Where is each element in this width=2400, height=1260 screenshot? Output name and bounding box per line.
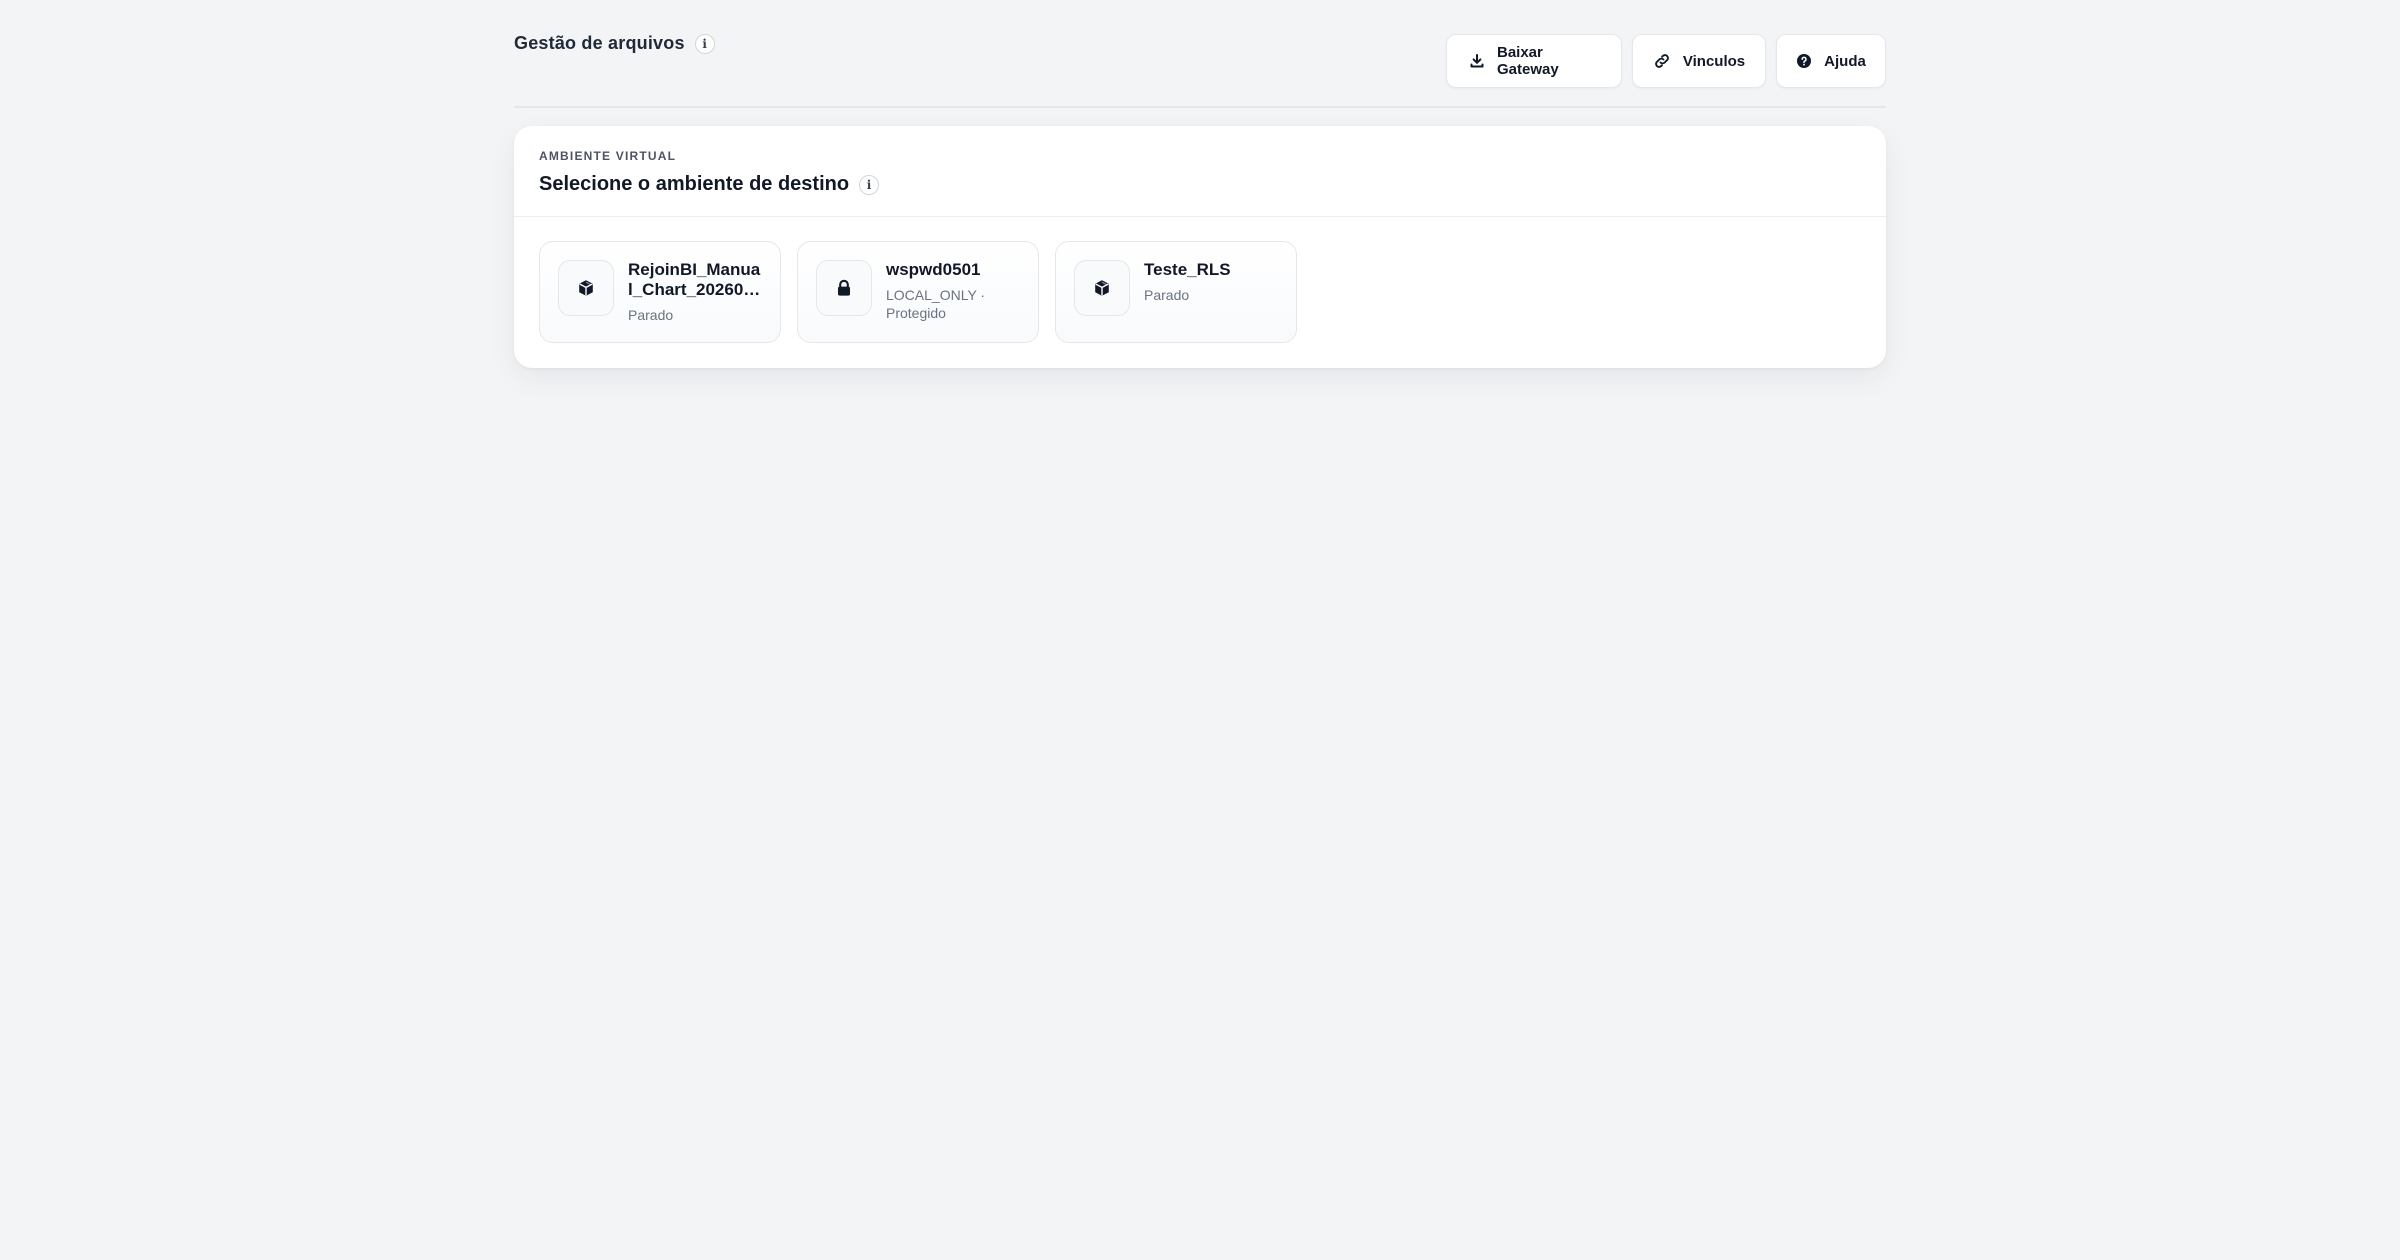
card-header: AMBIENTE VIRTUAL Selecione o ambiente de… <box>514 126 1886 217</box>
card-title: Selecione o ambiente de destino <box>539 173 850 195</box>
help-icon <box>1796 53 1812 69</box>
environment-item[interactable]: Teste_RLS Parado <box>1055 241 1297 343</box>
environment-name: wspwd0501 <box>886 260 981 279</box>
environment-status: LOCAL_ONLY · Protegido <box>886 287 986 321</box>
help-label: Ajuda <box>1824 52 1866 70</box>
download-icon <box>1469 53 1485 69</box>
card-eyebrow: AMBIENTE VIRTUAL <box>539 149 677 163</box>
card-title-group: Selecione o ambiente de destino i <box>539 173 880 196</box>
environment-card: AMBIENTE VIRTUAL Selecione o ambiente de… <box>514 126 1886 368</box>
download-gateway-label: Baixar Gateway <box>1497 44 1559 78</box>
environment-text: RejoinBI_Manual_Chart_20260… Parado <box>628 260 764 324</box>
environment-name: RejoinBI_Manual_Chart_20260… <box>628 260 761 299</box>
lock-icon <box>816 260 872 316</box>
environment-item[interactable]: RejoinBI_Manual_Chart_20260… Parado <box>539 241 781 343</box>
environment-item[interactable]: wspwd0501 LOCAL_ONLY · Protegido <box>797 241 1039 343</box>
environment-list: RejoinBI_Manual_Chart_20260… Parado wspw… <box>539 241 1297 343</box>
header-actions: Baixar Gateway Vinculos Ajuda <box>1446 34 1886 88</box>
page-container: Gestão de arquivos i Baixar Gateway Vinc… <box>514 0 1886 368</box>
environment-text: wspwd0501 LOCAL_ONLY · Protegido <box>886 260 1022 322</box>
link-icon <box>1653 52 1671 70</box>
help-button[interactable]: Ajuda <box>1776 34 1886 88</box>
page-title: Gestão de arquivos <box>514 33 685 53</box>
environment-text: Teste_RLS Parado <box>1144 260 1280 304</box>
vinculos-label: Vinculos <box>1682 52 1746 70</box>
environment-status: Parado <box>628 307 674 323</box>
environment-name: Teste_RLS <box>1144 260 1231 279</box>
page-header: Gestão de arquivos i Baixar Gateway Vinc… <box>514 0 1886 108</box>
environment-status: Parado <box>1144 287 1190 303</box>
download-gateway-button[interactable]: Baixar Gateway <box>1446 34 1622 88</box>
info-icon[interactable]: i <box>859 174 880 195</box>
info-icon[interactable]: i <box>694 33 715 54</box>
cube-icon <box>558 260 614 316</box>
cube-icon <box>1074 260 1130 316</box>
vinculos-button[interactable]: Vinculos <box>1632 34 1766 88</box>
page-title-group: Gestão de arquivos i <box>514 33 715 54</box>
